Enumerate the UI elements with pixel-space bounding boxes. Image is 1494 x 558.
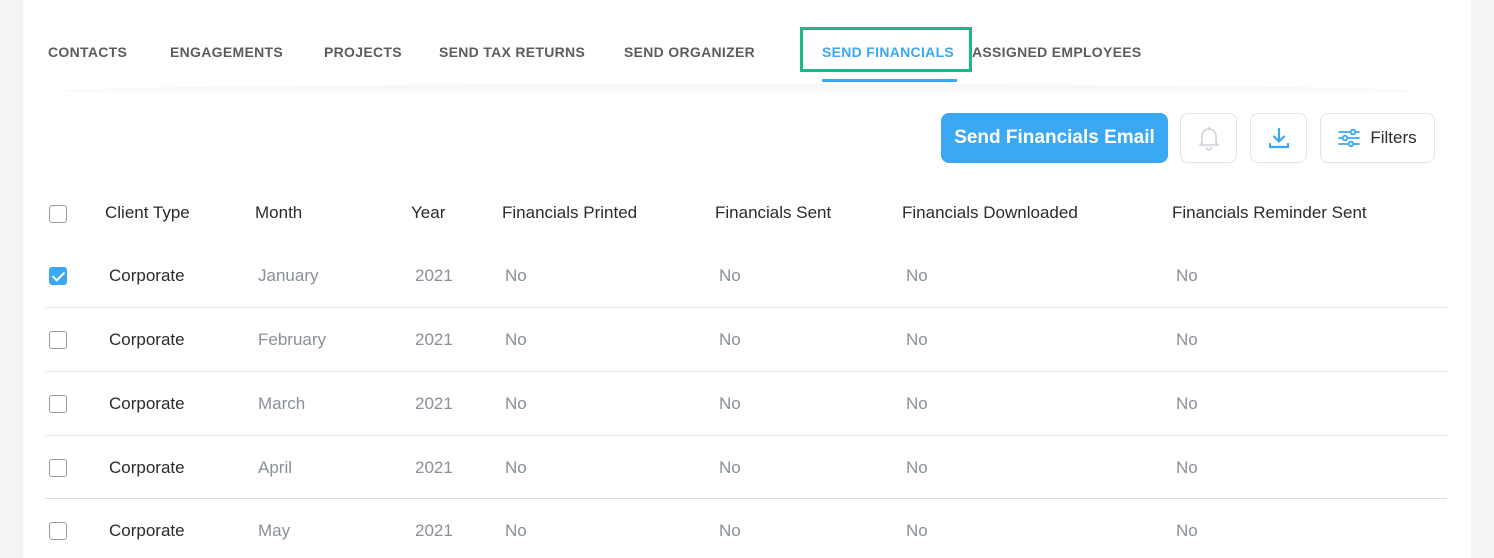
cell-client-type: Corporate: [109, 458, 185, 477]
row-divider: [45, 498, 1447, 499]
column-header-financials-downloaded[interactable]: Financials Downloaded: [902, 203, 1078, 223]
row-checkbox[interactable]: [49, 267, 67, 285]
cell-financials-reminder-sent: No: [1176, 521, 1198, 540]
cell-client-type: Corporate: [109, 521, 185, 540]
cell-financials-printed: No: [505, 394, 527, 413]
cell-financials-reminder-sent: No: [1176, 266, 1198, 285]
cell-financials-sent: No: [719, 521, 741, 540]
tab-highlight-box: [800, 27, 972, 72]
column-header-year[interactable]: Year: [411, 203, 445, 223]
cell-year: 2021: [415, 458, 453, 477]
cell-client-type: Corporate: [109, 266, 185, 285]
cell-financials-downloaded: No: [906, 330, 928, 349]
cell-month: February: [258, 330, 327, 349]
cell-month: May: [258, 521, 291, 540]
bell-icon: [1198, 126, 1219, 151]
cell-year: 2021: [415, 394, 453, 413]
cell-financials-reminder-sent: No: [1176, 330, 1198, 349]
column-header-month[interactable]: Month: [255, 203, 302, 223]
cell-financials-downloaded: No: [906, 521, 928, 540]
cell-financials-reminder-sent: No: [1176, 394, 1198, 413]
cell-financials-printed: No: [505, 458, 527, 477]
tab-projects[interactable]: PROJECTS: [324, 44, 402, 60]
download-button[interactable]: [1250, 113, 1307, 163]
tab-send-tax-returns[interactable]: SEND TAX RETURNS: [439, 44, 585, 60]
sliders-icon: [1338, 128, 1361, 148]
cell-financials-sent: No: [719, 394, 741, 413]
send-financials-email-button[interactable]: Send Financials Email: [941, 113, 1168, 163]
column-header-financials-reminder-sent[interactable]: Financials Reminder Sent: [1172, 203, 1367, 223]
cell-financials-printed: No: [505, 330, 527, 349]
cell-month: March: [258, 394, 306, 413]
cell-financials-sent: No: [719, 330, 741, 349]
filters-label: Filters: [1370, 128, 1417, 147]
active-tab-indicator: [822, 79, 957, 82]
cell-financials-downloaded: No: [906, 394, 928, 413]
row-divider: [45, 371, 1447, 372]
tab-contacts[interactable]: CONTACTS: [48, 44, 127, 60]
tab-assigned-employees[interactable]: ASSIGNED EMPLOYEES: [972, 44, 1142, 60]
cell-financials-downloaded: No: [906, 458, 928, 477]
cell-financials-downloaded: No: [906, 266, 928, 285]
row-checkbox[interactable]: [49, 459, 67, 477]
reminder-button[interactable]: [1180, 113, 1237, 163]
row-divider: [45, 307, 1447, 308]
cell-month: April: [258, 458, 293, 477]
row-checkbox[interactable]: [49, 522, 67, 540]
cell-financials-printed: No: [505, 266, 527, 285]
cell-year: 2021: [415, 521, 453, 540]
row-checkbox[interactable]: [49, 395, 67, 413]
main-panel: CONTACTS ENGAGEMENTS PROJECTS SEND TAX R…: [23, 0, 1471, 558]
download-icon: [1268, 127, 1289, 149]
cell-month: January: [258, 266, 319, 285]
cell-year: 2021: [415, 330, 453, 349]
row-divider: [45, 435, 1447, 436]
cell-financials-printed: No: [505, 521, 527, 540]
column-header-client-type[interactable]: Client Type: [105, 203, 190, 223]
cell-financials-sent: No: [719, 458, 741, 477]
cell-client-type: Corporate: [109, 394, 185, 413]
tab-engagements[interactable]: ENGAGEMENTS: [170, 44, 283, 60]
cell-client-type: Corporate: [109, 330, 185, 349]
filters-button[interactable]: Filters: [1320, 113, 1435, 163]
select-all-checkbox[interactable]: [49, 205, 67, 223]
tab-bar: CONTACTS ENGAGEMENTS PROJECTS SEND TAX R…: [48, 0, 1448, 90]
cell-financials-reminder-sent: No: [1176, 458, 1198, 477]
cell-financials-sent: No: [719, 266, 741, 285]
column-header-financials-printed[interactable]: Financials Printed: [502, 203, 637, 223]
tab-bar-shadow: [63, 84, 1413, 98]
tab-send-organizer[interactable]: SEND ORGANIZER: [624, 44, 755, 60]
row-checkbox[interactable]: [49, 331, 67, 349]
column-header-financials-sent[interactable]: Financials Sent: [715, 203, 831, 223]
cell-year: 2021: [415, 266, 453, 285]
